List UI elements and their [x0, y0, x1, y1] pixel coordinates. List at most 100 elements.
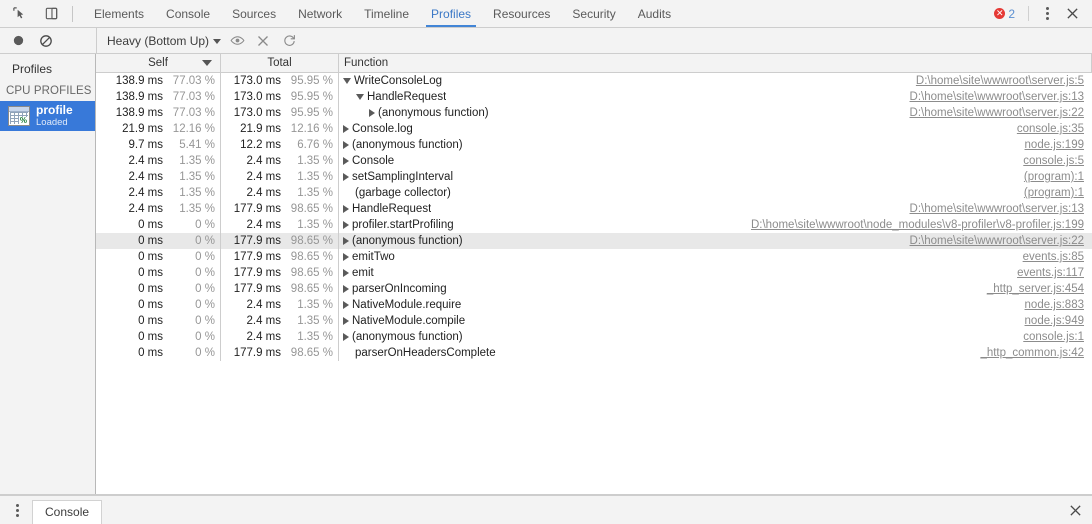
table-row[interactable]: 0 ms 0 % 177.9 ms 98.65 % parserOnIncoming _h… — [96, 281, 1092, 297]
disclosure-collapsed-icon[interactable] — [343, 221, 349, 229]
disclosure-collapsed-icon[interactable] — [343, 253, 349, 261]
table-row[interactable]: 2.4 ms 1.35 % 2.4 ms 1.35 % setSamplingInter… — [96, 169, 1092, 185]
disclosure-collapsed-icon[interactable] — [343, 237, 349, 245]
close-devtools-icon[interactable] — [1060, 2, 1084, 26]
table-row[interactable]: 0 ms 0 % 177.9 ms 98.65 % parserOnHeadersCom… — [96, 345, 1092, 361]
table-row[interactable]: 0 ms 0 % 177.9 ms 98.65 % (anonymous functio… — [96, 233, 1092, 249]
self-ms: 138.9 ms — [115, 91, 163, 103]
column-header-self[interactable]: Self — [96, 54, 221, 72]
drawer-close-icon[interactable] — [1069, 504, 1082, 517]
disclosure-collapsed-icon[interactable] — [343, 125, 349, 133]
inspect-element-icon[interactable] — [6, 1, 32, 27]
table-row[interactable]: 0 ms 0 % 2.4 ms 1.35 % profiler.startProfili… — [96, 217, 1092, 233]
cell-self: 2.4 ms 1.35 % — [96, 201, 221, 217]
tab-network[interactable]: Network — [287, 0, 353, 27]
source-link[interactable]: D:\home\site\wwwroot\server.js:13 — [910, 91, 1092, 103]
table-row[interactable]: 2.4 ms 1.35 % 177.9 ms 98.65 % HandleRequest… — [96, 201, 1092, 217]
source-link[interactable]: (program):1 — [1024, 187, 1092, 199]
exclude-x-icon[interactable] — [251, 29, 275, 52]
self-percent: 0 % — [195, 283, 215, 295]
source-link[interactable]: events.js:85 — [1023, 251, 1092, 263]
source-link[interactable]: _http_common.js:42 — [980, 347, 1092, 359]
table-row[interactable]: 2.4 ms 1.35 % 2.4 ms 1.35 % (garbage collect… — [96, 185, 1092, 201]
restore-refresh-icon[interactable] — [277, 29, 301, 52]
tab-timeline[interactable]: Timeline — [353, 0, 420, 27]
tab-sources[interactable]: Sources — [221, 0, 287, 27]
record-icon[interactable] — [6, 29, 30, 52]
cell-total: 2.4 ms 1.35 % — [221, 313, 339, 329]
disclosure-collapsed-icon[interactable] — [343, 157, 349, 165]
source-link[interactable]: node.js:199 — [1025, 139, 1092, 151]
source-link[interactable]: D:\home\site\wwwroot\server.js:13 — [910, 203, 1092, 215]
cell-function: HandleRequest D:\home\site\wwwroot\server… — [339, 201, 1092, 217]
profiles-body: Profiles CPU PROFILES % profile Loaded S… — [0, 54, 1092, 495]
cell-self: 0 ms 0 % — [96, 217, 221, 233]
source-link[interactable]: _http_server.js:454 — [987, 283, 1092, 295]
chevron-down-icon — [213, 38, 222, 44]
tab-console[interactable]: Console — [155, 0, 221, 27]
table-row[interactable]: 0 ms 0 % 2.4 ms 1.35 % NativeModule.compile n… — [96, 313, 1092, 329]
drawer-tab-console[interactable]: Console — [32, 499, 103, 524]
table-row[interactable]: 138.9 ms 77.03 % 173.0 ms 95.95 % (anonymous… — [96, 105, 1092, 121]
self-ms: 138.9 ms — [115, 75, 163, 87]
self-percent: 0 % — [195, 299, 215, 311]
table-row[interactable]: 2.4 ms 1.35 % 2.4 ms 1.35 % Console console.j… — [96, 153, 1092, 169]
table-row[interactable]: 21.9 ms 12.16 % 21.9 ms 12.16 % Console.log c… — [96, 121, 1092, 137]
sidebar-item-texts: profile Loaded — [36, 104, 73, 128]
disclosure-collapsed-icon[interactable] — [343, 173, 349, 181]
column-header-total[interactable]: Total — [221, 54, 339, 72]
disclosure-collapsed-icon[interactable] — [343, 269, 349, 277]
source-link[interactable]: node.js:883 — [1025, 299, 1092, 311]
disclosure-collapsed-icon[interactable] — [343, 141, 349, 149]
disclosure-collapsed-icon[interactable] — [369, 109, 375, 117]
total-percent: 12.16 % — [290, 123, 333, 135]
source-link[interactable]: events.js:117 — [1017, 267, 1092, 279]
source-link[interactable]: console.js:35 — [1017, 123, 1092, 135]
table-row[interactable]: 0 ms 0 % 177.9 ms 98.65 % emitTwo events.js:8… — [96, 249, 1092, 265]
error-count-badge[interactable]: ✕ 2 — [988, 7, 1021, 21]
table-row[interactable]: 9.7 ms 5.41 % 12.2 ms 6.76 % (anonymous func… — [96, 137, 1092, 153]
cell-self: 0 ms 0 % — [96, 281, 221, 297]
clear-icon[interactable] — [34, 29, 58, 52]
table-row[interactable]: 138.9 ms 77.03 % 173.0 ms 95.95 % HandleRequ… — [96, 89, 1092, 105]
self-percent: 0 % — [195, 267, 215, 279]
total-ms: 2.4 ms — [246, 171, 281, 183]
disclosure-collapsed-icon[interactable] — [343, 317, 349, 325]
source-link[interactable]: D:\home\site\wwwroot\node_modules\v8-pro… — [751, 219, 1092, 231]
tab-resources[interactable]: Resources — [482, 0, 561, 27]
source-link[interactable]: (program):1 — [1024, 171, 1092, 183]
source-link[interactable]: console.js:5 — [1023, 155, 1092, 167]
view-mode-select[interactable]: Heavy (Bottom Up) — [105, 34, 223, 48]
table-row[interactable]: 138.9 ms 77.03 % 173.0 ms 95.95 % WriteConso… — [96, 73, 1092, 89]
disclosure-collapsed-icon[interactable] — [343, 301, 349, 309]
source-link[interactable]: console.js:1 — [1023, 331, 1092, 343]
table-row[interactable]: 0 ms 0 % 2.4 ms 1.35 % NativeModule.require n… — [96, 297, 1092, 313]
drawer-menu-icon[interactable] — [6, 498, 28, 522]
source-link[interactable]: node.js:949 — [1025, 315, 1092, 327]
cell-function: (anonymous function) node.js:199 — [339, 137, 1092, 153]
column-header-function[interactable]: Function — [339, 54, 1092, 72]
sidebar-item-profile[interactable]: % profile Loaded — [0, 101, 95, 131]
total-ms: 2.4 ms — [246, 331, 281, 343]
toggle-device-toolbar-icon[interactable] — [38, 1, 64, 27]
disclosure-expanded-icon[interactable] — [343, 78, 351, 84]
tab-audits[interactable]: Audits — [627, 0, 682, 27]
disclosure-collapsed-icon[interactable] — [343, 205, 349, 213]
source-link[interactable]: D:\home\site\wwwroot\server.js:5 — [916, 75, 1092, 87]
toolbar-divider — [72, 5, 73, 22]
disclosure-collapsed-icon[interactable] — [343, 333, 349, 341]
function-name: (anonymous function) — [352, 139, 463, 151]
tab-profiles[interactable]: Profiles — [420, 0, 482, 27]
disclosure-expanded-icon[interactable] — [356, 94, 364, 100]
disclosure-collapsed-icon[interactable] — [343, 285, 349, 293]
table-row[interactable]: 0 ms 0 % 2.4 ms 1.35 % (anonymous function) c… — [96, 329, 1092, 345]
source-link[interactable]: D:\home\site\wwwroot\server.js:22 — [910, 107, 1092, 119]
function-name: (anonymous function) — [352, 235, 463, 247]
source-link[interactable]: D:\home\site\wwwroot\server.js:22 — [910, 235, 1092, 247]
tab-elements[interactable]: Elements — [83, 0, 155, 27]
main-menu-icon[interactable] — [1036, 2, 1058, 26]
eye-focus-icon[interactable] — [225, 29, 249, 52]
table-row[interactable]: 0 ms 0 % 177.9 ms 98.65 % emit events.js:117 — [96, 265, 1092, 281]
tab-security[interactable]: Security — [561, 0, 626, 27]
